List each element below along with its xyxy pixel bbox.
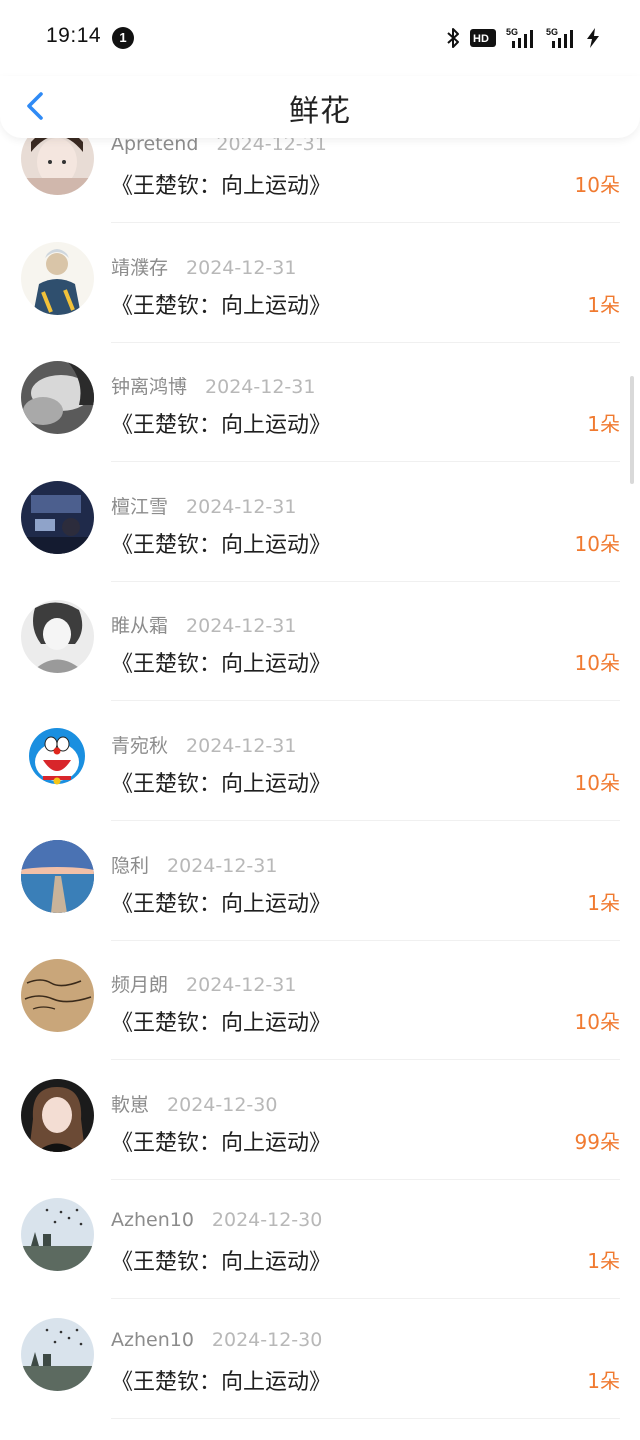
divider [111, 700, 620, 702]
charging-icon [586, 27, 600, 49]
hd-icon: HD [470, 29, 496, 47]
date: 2024-12-31 [167, 854, 278, 877]
date: 2024-12-30 [167, 1093, 278, 1116]
book-title[interactable]: 《王楚钦：向上运动》 [111, 886, 331, 918]
page-title: 鲜花 [289, 94, 351, 129]
book-title[interactable]: 《王楚钦：向上运动》 [111, 1364, 331, 1396]
avatar[interactable] [21, 1198, 94, 1272]
avatar[interactable] [21, 719, 94, 793]
status-time: 19:14 [46, 24, 102, 47]
nickname[interactable]: 靖濮存 [111, 257, 168, 279]
date: 2024-12-31 [205, 376, 316, 399]
list-item[interactable]: 钟离鸿博 2024-12-31 《王楚钦：向上运动》 1朵 [0, 361, 640, 483]
status-bar: 19:14 1 HD 5G 5G [0, 0, 640, 76]
divider [111, 1298, 620, 1300]
list-item[interactable]: 隐利 2024-12-31 《王楚钦：向上运动》 1朵 [0, 839, 640, 962]
date: 2024-12-31 [186, 256, 297, 279]
net-label: 5G [546, 27, 558, 37]
avatar[interactable] [21, 1317, 94, 1391]
nickname[interactable]: 频月朗 [111, 974, 168, 996]
list-item[interactable]: 靖濮存 2024-12-31 《王楚钦：向上运动》 1朵 [0, 241, 640, 364]
divider [111, 819, 620, 821]
nickname[interactable]: 钟离鸿博 [111, 376, 187, 398]
nickname[interactable]: Azhen10 [111, 1329, 194, 1351]
list-item[interactable]: 軟崽 2024-12-30 《王楚钦：向上运动》 99朵 [0, 1078, 640, 1201]
book-title[interactable]: 《王楚钦：向上运动》 [111, 1244, 331, 1276]
date: 2024-12-30 [211, 1209, 323, 1232]
flower-amount: 10朵 [574, 770, 620, 795]
list-item[interactable]: Azhen10 2024-12-30 《王楚钦：向上运动》 1朵 [0, 1198, 640, 1320]
flower-amount: 10朵 [574, 173, 620, 197]
date: 2024-12-31 [186, 974, 297, 997]
list-item[interactable]: 青宛秋 2024-12-31 《王楚钦：向上运动》 10朵 [0, 719, 640, 842]
avatar[interactable] [21, 839, 94, 913]
book-title[interactable]: 《王楚钦：向上运动》 [111, 168, 331, 200]
nickname[interactable]: 睢从霜 [111, 615, 168, 637]
book-title[interactable]: 《王楚钦：向上运动》 [111, 1125, 331, 1157]
book-title[interactable]: 《王楚钦：向上运动》 [111, 527, 331, 559]
flower-amount: 1朵 [587, 292, 620, 317]
book-title[interactable]: 《王楚钦：向上运动》 [111, 766, 331, 798]
flower-amount: 1朵 [587, 412, 620, 437]
avatar[interactable] [21, 600, 94, 674]
avatar[interactable] [21, 361, 94, 435]
divider [111, 461, 620, 463]
divider [111, 580, 620, 582]
nav-bar: 鲜花 [0, 76, 640, 138]
avatar[interactable] [21, 241, 94, 315]
flower-amount: 10朵 [574, 1010, 620, 1035]
flower-list: Apretend 2024-12-31 《王楚钦：向上运动》 10朵 靖濮存 202… [0, 122, 640, 1440]
notification-badge: 1 [112, 27, 134, 49]
divider [111, 939, 620, 941]
book-title[interactable]: 《王楚钦：向上运动》 [111, 1005, 331, 1037]
signal-5g-icon: 5G [506, 27, 536, 49]
list-item[interactable]: 睢从霜 2024-12-31 《王楚钦：向上运动》 10朵 [0, 600, 640, 722]
list-item[interactable]: Azhen10 2024-12-30 《王楚钦：向上运动》 1朵 [0, 1317, 640, 1440]
hd-label: HD [473, 33, 489, 45]
flower-amount: 10朵 [574, 531, 620, 556]
flower-amount: 10朵 [574, 651, 620, 676]
nickname[interactable]: Azhen10 [111, 1209, 194, 1231]
nickname[interactable]: 檀江雪 [111, 496, 168, 518]
flower-amount: 99朵 [574, 1129, 620, 1154]
nickname[interactable]: 軟崽 [111, 1094, 149, 1116]
list-item[interactable]: Apretend 2024-12-31 《王楚钦：向上运动》 10朵 [0, 122, 640, 244]
divider [111, 222, 620, 223]
date: 2024-12-31 [186, 495, 297, 518]
divider [111, 341, 620, 343]
book-title[interactable]: 《王楚钦：向上运动》 [111, 288, 331, 320]
avatar[interactable] [21, 480, 94, 554]
avatar[interactable] [21, 1078, 94, 1152]
date: 2024-12-31 [186, 734, 297, 757]
divider [111, 1178, 620, 1180]
list-item[interactable]: 频月朗 2024-12-31 《王楚钦：向上运动》 10朵 [0, 959, 640, 1081]
avatar[interactable] [21, 959, 94, 1033]
flower-amount: 1朵 [587, 1368, 620, 1393]
system-icons: HD 5G 5G [446, 26, 600, 50]
list-item[interactable]: 檀江雪 2024-12-31 《王楚钦：向上运动》 10朵 [0, 480, 640, 603]
flower-amount: 1朵 [587, 1249, 620, 1274]
date: 2024-12-31 [186, 615, 297, 638]
date: 2024-12-30 [211, 1328, 323, 1351]
book-title[interactable]: 《王楚钦：向上运动》 [111, 646, 331, 678]
divider [111, 1059, 620, 1061]
net-label: 5G [506, 27, 518, 37]
nickname[interactable]: 青宛秋 [111, 735, 168, 757]
book-title[interactable]: 《王楚钦：向上运动》 [111, 407, 331, 439]
nickname[interactable]: 隐利 [111, 855, 149, 877]
scrollbar[interactable] [630, 376, 634, 484]
signal-5g-icon: 5G [546, 27, 576, 49]
flower-amount: 1朵 [587, 890, 620, 915]
divider [111, 1417, 620, 1419]
bluetooth-icon [446, 27, 460, 49]
